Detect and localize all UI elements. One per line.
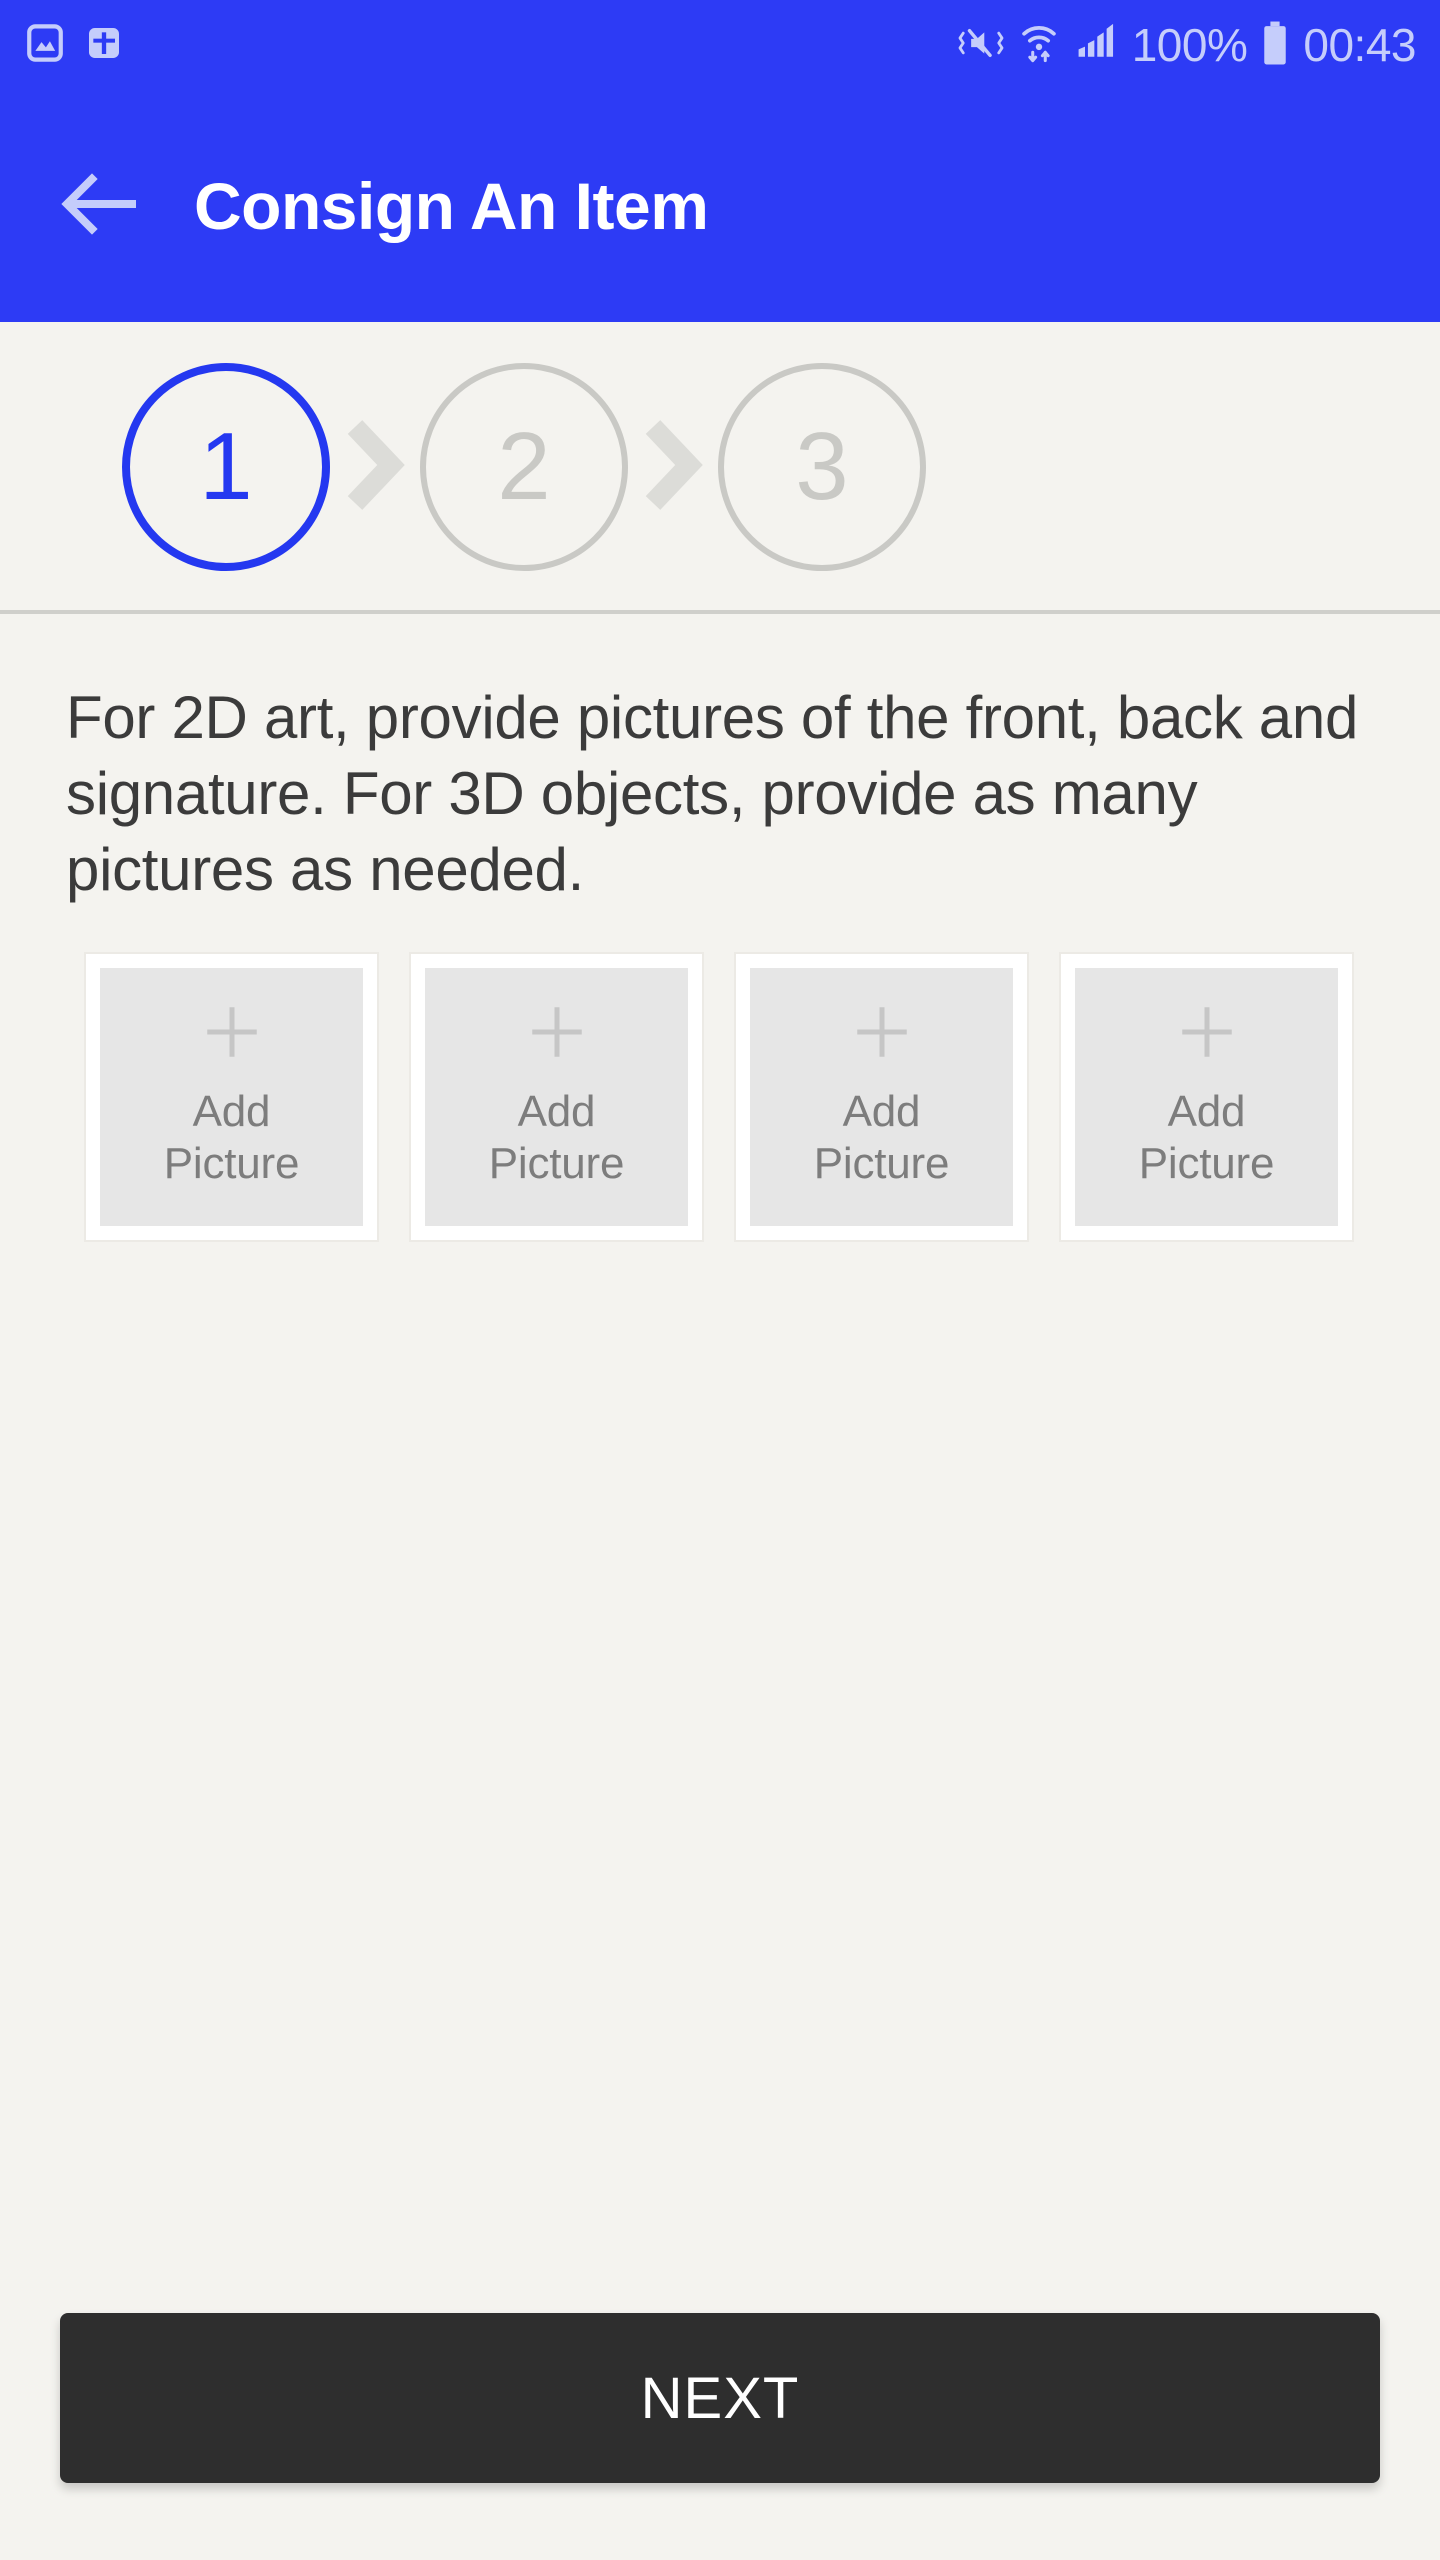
add-picture-tile-3[interactable]: Add Picture	[734, 952, 1029, 1242]
add-picture-tile-3-inner: Add Picture	[750, 968, 1013, 1226]
add-picture-tile-1-label: Add Picture	[163, 1086, 300, 1188]
step-1[interactable]: 1	[122, 363, 330, 571]
image-icon	[24, 22, 66, 69]
add-picture-tile-1[interactable]: Add Picture	[84, 952, 379, 1242]
page-title: Consign An Item	[194, 169, 709, 243]
app-screen: 100% 00:43 Consign An Item 1 2 3 For 2D …	[0, 0, 1440, 2560]
step-indicator: 1 2 3	[0, 322, 1440, 612]
add-picture-tile-4-inner: Add Picture	[1075, 968, 1338, 1226]
add-picture-tile-4-label: Add Picture	[1138, 1086, 1275, 1188]
back-button[interactable]	[58, 164, 142, 248]
step-3-number: 3	[795, 413, 849, 520]
vibrate-mute-icon	[958, 21, 1004, 70]
plus-icon	[849, 999, 915, 1070]
status-bar-left-icons	[24, 22, 124, 69]
battery-percent-label: 100%	[1131, 19, 1248, 71]
wifi-icon	[1018, 21, 1060, 70]
chevron-right-icon	[637, 415, 709, 520]
add-picture-tile-1-inner: Add Picture	[100, 968, 363, 1226]
step-3[interactable]: 3	[718, 363, 926, 571]
status-bar-right-icons: 100% 00:43	[958, 20, 1416, 71]
chevron-right-icon	[339, 415, 411, 520]
step-separator-2	[628, 415, 718, 520]
app-bar: Consign An Item	[0, 90, 1440, 322]
add-picture-tile-2-inner: Add Picture	[425, 968, 688, 1226]
battery-icon	[1261, 20, 1289, 71]
plus-icon	[524, 999, 590, 1070]
arrow-left-icon	[60, 172, 140, 240]
step-separator-1	[330, 415, 420, 520]
clock-label: 00:43	[1303, 19, 1416, 71]
plus-icon	[1174, 999, 1240, 1070]
signal-icon	[1074, 21, 1118, 70]
add-picture-row: Add Picture Add Picture Add Picture Add …	[84, 952, 1364, 1242]
add-picture-tile-4[interactable]: Add Picture	[1059, 952, 1354, 1242]
plus-icon	[199, 999, 265, 1070]
add-picture-tile-2[interactable]: Add Picture	[409, 952, 704, 1242]
stepper-divider	[0, 610, 1440, 614]
add-picture-tile-3-label: Add Picture	[813, 1086, 950, 1188]
health-plus-icon	[84, 23, 124, 68]
add-picture-tile-2-label: Add Picture	[488, 1086, 625, 1188]
next-button[interactable]: NEXT	[60, 2313, 1380, 2483]
instruction-text: For 2D art, provide pictures of the fron…	[66, 684, 1359, 904]
step-2[interactable]: 2	[420, 363, 628, 571]
step-1-number: 1	[199, 413, 253, 520]
step-2-number: 2	[497, 413, 551, 520]
status-bar: 100% 00:43	[0, 0, 1440, 90]
next-button-label: NEXT	[640, 2365, 800, 2431]
